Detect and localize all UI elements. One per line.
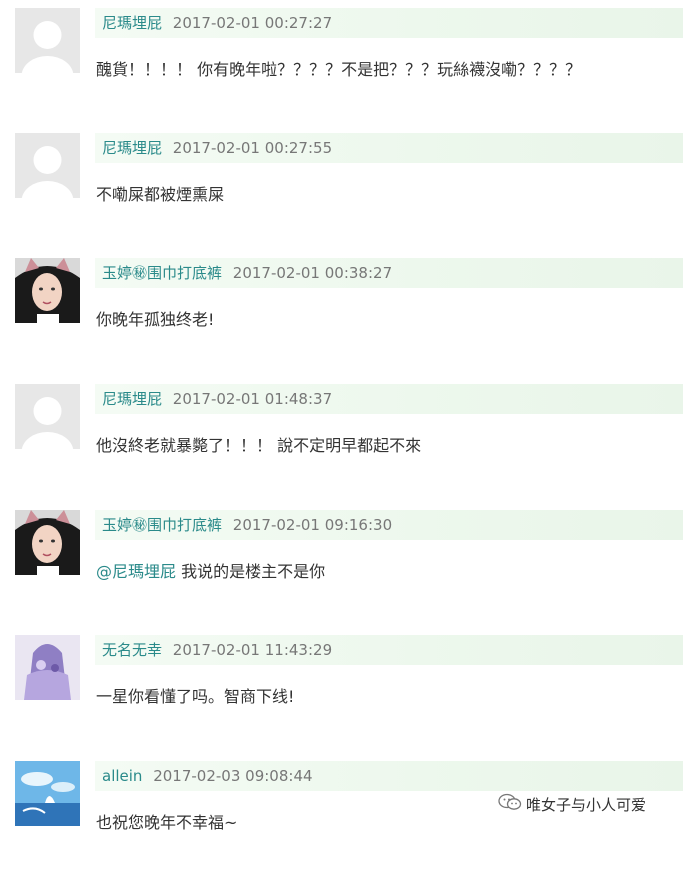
- comment-text: 他沒終老就暴斃了！！！ 說不定明早都起不來: [96, 436, 422, 455]
- mention-link[interactable]: @尼瑪埋屁: [96, 562, 176, 581]
- comment-item: 玉婷㊙围巾打底裤 2017-02-01 00:38:27 你晚年孤独终老!: [0, 258, 685, 368]
- avatar[interactable]: [15, 133, 80, 198]
- comment-header: 尼瑪埋屁 2017-02-01 00:27:55: [95, 133, 683, 163]
- timestamp: 2017-02-01 00:38:27: [232, 264, 393, 282]
- purple-photo-avatar-icon: [15, 635, 80, 700]
- avatar[interactable]: [15, 384, 80, 449]
- comment-text: 一星你看懂了吗。智商下线!: [96, 687, 295, 706]
- comment-text: 醜貨！！！！ 你有晚年啦？？？？不是把？？？玩絲襪沒嘞？？？？: [96, 60, 582, 79]
- wechat-icon: [498, 793, 522, 818]
- comment-header: 尼瑪埋屁 2017-02-01 00:27:27: [95, 8, 683, 38]
- avatar[interactable]: [15, 761, 80, 826]
- timestamp: 2017-02-01 00:27:55: [172, 139, 333, 157]
- comment-item: 尼瑪埋屁 2017-02-01 00:27:55 不嘞屎都被煙熏屎: [0, 133, 685, 243]
- comment-header: 玉婷㊙围巾打底裤 2017-02-01 00:38:27: [95, 258, 683, 288]
- comment-item: 尼瑪埋屁 2017-02-01 01:48:37 他沒終老就暴斃了！！！ 說不定…: [0, 384, 685, 494]
- sky-scenery-avatar-icon: [15, 761, 80, 826]
- username-link[interactable]: 无名无幸: [102, 641, 162, 659]
- comment-item: 玉婷㊙围巾打底裤 2017-02-01 09:16:30 @尼瑪埋屁 我说的是楼…: [0, 510, 685, 620]
- comment-text: 不嘞屎都被煙熏屎: [96, 185, 225, 204]
- username-link[interactable]: 尼瑪埋屁: [102, 390, 162, 408]
- comment-text-body: 我说的是楼主不是你: [181, 562, 326, 581]
- username-link[interactable]: 玉婷㊙围巾打底裤: [102, 516, 222, 534]
- watermark-text: 唯女子与小人可爱: [526, 796, 647, 814]
- comment-text: 也祝您晚年不幸福~: [96, 813, 238, 832]
- username-link[interactable]: 玉婷㊙围巾打底裤: [102, 264, 222, 282]
- timestamp: 2017-02-03 09:08:44: [153, 767, 313, 785]
- avatar[interactable]: [15, 635, 80, 700]
- default-avatar-icon: [15, 384, 80, 449]
- timestamp: 2017-02-01 11:43:29: [172, 641, 333, 659]
- comment-header: 尼瑪埋屁 2017-02-01 01:48:37: [95, 384, 683, 414]
- username-link[interactable]: 尼瑪埋屁: [102, 14, 162, 32]
- avatar[interactable]: [15, 258, 80, 323]
- comment-header: 无名无幸 2017-02-01 11:43:29: [95, 635, 683, 665]
- watermark: 唯女子与小人可爱: [498, 793, 646, 817]
- comment-header: 玉婷㊙围巾打底裤 2017-02-01 09:16:30: [95, 510, 683, 540]
- comment-header: allein 2017-02-03 09:08:44: [95, 761, 683, 791]
- comment-text: 你晚年孤独终老!: [96, 310, 215, 329]
- username-link[interactable]: allein: [102, 767, 142, 785]
- avatar[interactable]: [15, 510, 80, 575]
- comment-item: 尼瑪埋屁 2017-02-01 00:27:27 醜貨！！！！ 你有晚年啦？？？…: [0, 8, 685, 118]
- cat-ear-girl-avatar-icon: [15, 258, 80, 323]
- avatar[interactable]: [15, 8, 80, 73]
- timestamp: 2017-02-01 00:27:27: [172, 14, 333, 32]
- cat-ear-girl-avatar-icon: [15, 510, 80, 575]
- username-link[interactable]: 尼瑪埋屁: [102, 139, 162, 157]
- comment-item: 无名无幸 2017-02-01 11:43:29 一星你看懂了吗。智商下线!: [0, 635, 685, 745]
- default-avatar-icon: [15, 133, 80, 198]
- default-avatar-icon: [15, 8, 80, 73]
- timestamp: 2017-02-01 09:16:30: [232, 516, 393, 534]
- comment-text: @尼瑪埋屁 我说的是楼主不是你: [96, 558, 325, 582]
- timestamp: 2017-02-01 01:48:37: [172, 390, 333, 408]
